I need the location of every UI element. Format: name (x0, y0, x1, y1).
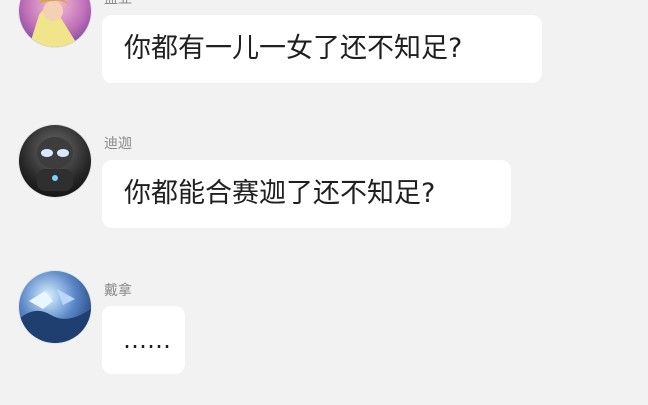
chat-message-list: 盖亚 你都有一儿一女了还不知足? 迪迦 你 (0, 0, 648, 405)
message-bubble: …… (102, 306, 185, 374)
sender-name: 戴拿 (104, 283, 132, 299)
dyna-avatar-icon[interactable] (19, 271, 91, 343)
chat-message: 戴拿 …… (0, 0, 648, 405)
dyna-avatar-image (19, 271, 91, 343)
